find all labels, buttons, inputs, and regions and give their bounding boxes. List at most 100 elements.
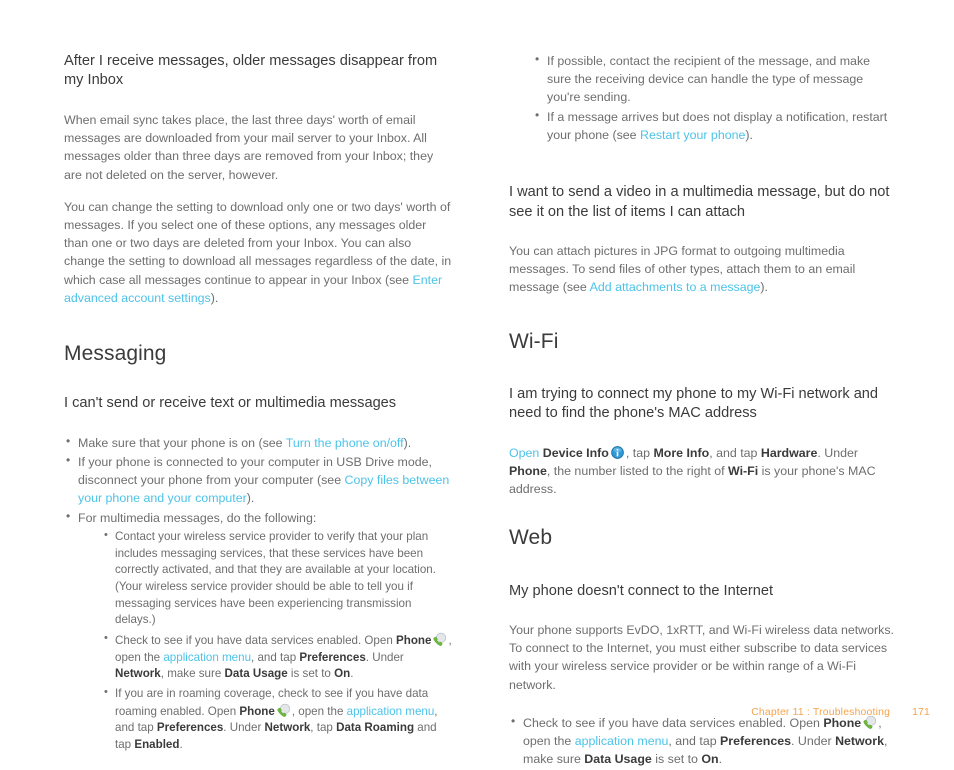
- paragraph-text-tail: ).: [760, 280, 768, 295]
- list-item: Check to see if you have data services e…: [102, 631, 452, 683]
- bold-phone: Phone: [396, 634, 432, 648]
- bold-phone: Phone: [509, 463, 547, 478]
- bold-network: Network: [264, 721, 311, 735]
- bullet-text-tail: ).: [745, 127, 753, 142]
- phone-icon: [276, 703, 291, 718]
- info-icon: [610, 445, 625, 460]
- bullet-text: , and tap: [668, 734, 721, 749]
- link-application-menu[interactable]: application menu: [163, 651, 251, 664]
- paragraph-text: , and tap: [709, 445, 761, 460]
- bold-wifi: Wi-Fi: [728, 463, 759, 478]
- bold-network: Network: [115, 667, 161, 681]
- bold-device-info: Device Info: [542, 445, 609, 460]
- paragraph-text-tail: ).: [210, 290, 219, 305]
- bold-network: Network: [835, 734, 884, 749]
- bold-phone: Phone: [823, 715, 862, 730]
- section-heading-wifi: Wi-Fi: [509, 329, 559, 353]
- link-turn-the-phone-on-off[interactable]: Turn the phone on/off: [286, 436, 404, 450]
- paragraph-supported-networks: Your phone supports EvDO, 1xRTT, and Wi-…: [509, 622, 894, 692]
- section-heading-web: Web: [509, 526, 553, 550]
- bold-on: On: [701, 752, 719, 767]
- page-footer: Chapter 11 : Troubleshooting 171: [509, 707, 954, 718]
- bullet-list-web-troubleshooting: Check to see if you have data services e…: [509, 713, 897, 769]
- link-restart-your-phone[interactable]: Restart your phone: [640, 128, 745, 142]
- paragraph-attach-pictures: You can attach pictures in JPG format to…: [509, 242, 897, 297]
- paragraph-email-sync: When email sync takes place, the last th…: [64, 112, 434, 182]
- right-column: If possible, contact the recipient of th…: [509, 51, 897, 770]
- sub-bullet-text: .: [179, 738, 183, 752]
- section-heading-messaging: Messaging: [64, 342, 167, 366]
- bullet-text: Check to see if you have data services e…: [523, 715, 824, 730]
- link-application-menu[interactable]: application menu: [347, 705, 435, 718]
- bullet-list-continued: If possible, contact the recipient of th…: [509, 51, 897, 144]
- question-heading-send-video: I want to send a video in a multimedia m…: [509, 184, 890, 220]
- sub-bullet-text: . Under: [365, 650, 404, 664]
- question-heading-cant-send-messages: I can't send or receive text or multimed…: [64, 395, 397, 412]
- bullet-text-tail: ).: [403, 435, 412, 450]
- link-application-menu[interactable]: application menu: [575, 734, 669, 748]
- paragraph-text: , tap: [625, 445, 654, 460]
- list-item: If you are in roaming coverage, check to…: [102, 685, 452, 754]
- list-item: If possible, contact the recipient of th…: [533, 51, 897, 107]
- bold-data-roaming: Data Roaming: [336, 721, 415, 735]
- bullet-text: .: [718, 752, 723, 767]
- list-item: For multimedia messages, do the followin…: [64, 508, 452, 754]
- bullet-text: For multimedia messages, do the followin…: [78, 510, 317, 525]
- paragraph-text: , the number listed to the right of: [546, 463, 729, 478]
- list-item: If your phone is connected to your compu…: [64, 452, 452, 508]
- bold-data-usage: Data Usage: [224, 667, 288, 681]
- link-add-attachments-to-a-message[interactable]: Add attachments to a message: [590, 280, 761, 294]
- bullet-text: is set to: [651, 752, 702, 767]
- bold-preferences: Preferences: [720, 734, 791, 749]
- question-heading-older-messages: After I receive messages, older messages…: [64, 53, 438, 89]
- sub-bullet-text: , tap: [310, 721, 337, 735]
- bullet-text: . Under: [791, 734, 836, 749]
- sub-bullet-text: , and tap: [251, 650, 300, 664]
- bullet-text: Make sure that your phone is on (see: [78, 435, 286, 450]
- sub-bullet-text: is set to: [287, 667, 335, 681]
- paragraph-find-mac-address: Open Device Info , tap More Info, and ta…: [509, 444, 897, 499]
- bullet-text: If possible, contact the recipient of th…: [547, 54, 871, 105]
- question-heading-no-internet: My phone doesn't connect to the Internet: [509, 582, 774, 599]
- bold-enabled: Enabled: [134, 738, 180, 752]
- bullet-list-messaging-troubleshooting: Make sure that your phone is on (see Tur…: [64, 433, 452, 754]
- bold-hardware: Hardware: [760, 445, 818, 460]
- phone-icon: [432, 632, 447, 647]
- paragraph-change-setting: You can change the setting to download o…: [64, 198, 452, 307]
- sub-bullet-text: , open the: [291, 704, 347, 718]
- sub-bullet-text: . Under: [223, 721, 265, 735]
- sub-bullet-text: .: [350, 667, 354, 681]
- footer-page-number: 171: [912, 707, 930, 718]
- sub-bullet-text: Check to see if you have data services e…: [115, 634, 396, 648]
- left-column: After I receive messages, older messages…: [64, 52, 452, 757]
- bullet-text-tail: ).: [246, 491, 255, 506]
- document-page: After I receive messages, older messages…: [0, 0, 954, 766]
- footer-chapter-label: Chapter 11 : Troubleshooting: [751, 707, 891, 718]
- bold-preferences: Preferences: [299, 650, 366, 664]
- bold-more-info: More Info: [653, 445, 710, 460]
- paragraph-text: You can change the setting to download o…: [64, 199, 452, 287]
- sub-bullet-text: Contact your wireless service provider t…: [115, 529, 436, 627]
- sub-bullet-text: , make sure: [160, 667, 225, 681]
- bold-phone: Phone: [239, 704, 275, 718]
- bold-preferences: Preferences: [156, 721, 224, 735]
- list-item: If a message arrives but does not displa…: [533, 107, 897, 144]
- bold-on: On: [334, 667, 351, 681]
- bold-data-usage: Data Usage: [584, 752, 652, 767]
- list-item: Check to see if you have data services e…: [509, 713, 897, 769]
- list-item: Make sure that your phone is on (see Tur…: [64, 433, 452, 452]
- paragraph-text: . Under: [817, 445, 858, 460]
- link-open[interactable]: Open: [509, 446, 539, 460]
